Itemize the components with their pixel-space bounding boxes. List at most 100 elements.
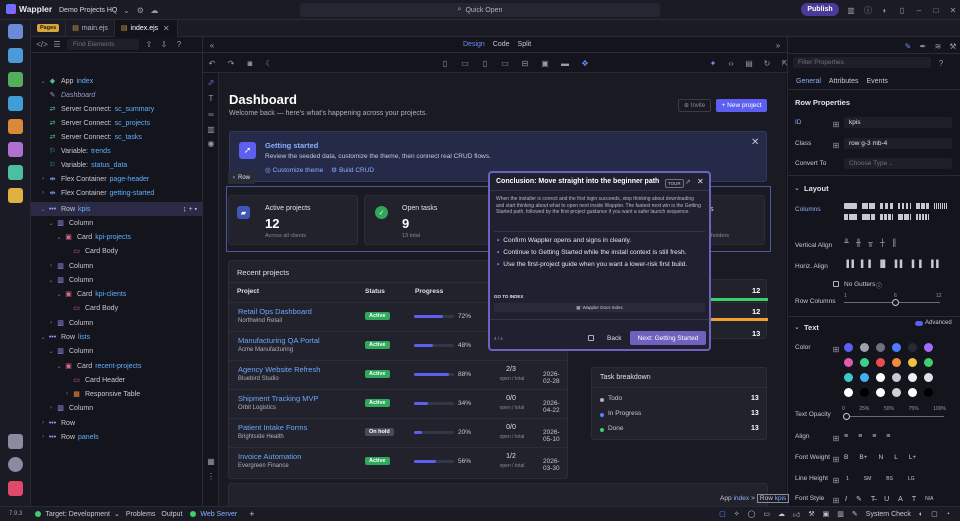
col-layout-option[interactable] — [880, 203, 893, 209]
extensions-icon[interactable] — [8, 434, 23, 449]
color-swatch[interactable] — [908, 373, 917, 382]
wrench-icon[interactable]: ⚒ — [948, 41, 958, 51]
slider-handle[interactable] — [843, 413, 850, 420]
tree-node-column[interactable]: ⌄ ▥ Column — [31, 273, 203, 287]
assets-icon[interactable] — [8, 142, 23, 157]
id-input[interactable]: kpis — [844, 117, 952, 128]
tree-node-column[interactable]: › ▥ Column — [31, 316, 203, 330]
advanced-toggle[interactable]: Advanced — [915, 320, 952, 326]
chevron-down-icon[interactable]: ⌄ — [794, 323, 800, 331]
project-selector[interactable]: Demo Projects HQ ⌄ ⚙ ☁ — [59, 5, 159, 15]
fluid-icon[interactable]: ✥ — [580, 58, 590, 68]
color-swatch[interactable] — [844, 343, 853, 352]
tree-node-column[interactable]: ⌄ ▥ Column — [31, 216, 203, 230]
maximize-icon[interactable]: □ — [931, 5, 941, 15]
font-weight-buttons[interactable]: B B+ N L L+ — [844, 454, 916, 461]
color-swatch[interactable] — [860, 388, 869, 397]
find-elements-input[interactable]: Find Elements — [67, 39, 139, 50]
col-layout-option[interactable] — [916, 214, 929, 220]
color-swatch[interactable] — [908, 388, 917, 397]
bind-icon[interactable]: ⊞ — [831, 433, 841, 443]
redo-icon[interactable]: ↷ — [226, 58, 236, 68]
help-icon[interactable]: ? — [936, 58, 946, 68]
panel-icon[interactable]: ▢ — [719, 510, 726, 518]
tree-node-card-recent[interactable]: ⌄ ▣ Card recent-projects — [31, 359, 203, 373]
dont-show-checkbox[interactable] — [588, 335, 594, 341]
align-buttons[interactable]: ≡ ≡ ≡ ≡ — [844, 433, 890, 440]
panel-left-icon[interactable]: ▯ — [897, 5, 907, 15]
color-swatch[interactable] — [860, 358, 869, 367]
moon-icon[interactable]: ☾ — [264, 58, 274, 68]
next-button[interactable]: Next: Getting Started — [630, 331, 706, 345]
color-swatch[interactable] — [892, 373, 901, 382]
color-swatch[interactable] — [924, 388, 933, 397]
opacity-slider[interactable] — [844, 416, 944, 417]
tab-main-ejs[interactable]: ▤ main.ejs — [66, 19, 115, 37]
col-layout-option[interactable] — [898, 214, 911, 220]
color-swatch[interactable] — [908, 343, 917, 352]
layout-icon[interactable]: ▥ — [846, 5, 856, 15]
tree-node-card-body[interactable]: ▭ Card Body — [31, 301, 203, 315]
bind-icon[interactable]: ⊞ — [831, 344, 841, 354]
tree-node-flex-getting-started[interactable]: › ⇹ Flex Container getting-started — [31, 186, 203, 200]
gear-icon[interactable]: ⚙ — [135, 5, 145, 15]
text-icon[interactable]: T — [206, 93, 216, 103]
chat-bubble-icon[interactable]: ▢ — [931, 510, 938, 518]
row-tag[interactable]: ‹ Row — [228, 172, 256, 184]
project-name[interactable]: Invoice Automation — [238, 452, 301, 461]
eye-icon[interactable]: ◉ — [206, 138, 216, 148]
table-row[interactable]: Agency Website Refresh Bluebird Studio Act… — [229, 360, 567, 389]
project-name[interactable]: Retail Ops Dashboard — [238, 307, 312, 316]
info-icon[interactable]: ⓘ — [863, 5, 873, 15]
tab-design[interactable]: Design — [463, 41, 485, 48]
horiz-align-buttons[interactable]: ▐▐ ▌▐ ▐▌ ▌▌ ▌▐ ▐▐ — [844, 261, 939, 268]
tree-node-row-panels[interactable]: › ••• Row panels — [31, 430, 203, 444]
chart-icon[interactable]: ▥ — [837, 510, 844, 518]
col-layout-option[interactable] — [916, 203, 929, 209]
col-layout-option[interactable] — [862, 203, 875, 209]
pages-icon[interactable] — [8, 48, 23, 63]
color-swatch[interactable] — [924, 373, 933, 382]
col-layout-option[interactable] — [844, 203, 857, 209]
color-swatch[interactable] — [860, 373, 869, 382]
col-layout-option[interactable] — [844, 214, 857, 220]
color-swatch[interactable] — [892, 343, 901, 352]
drop-icon[interactable]: ◐ — [919, 511, 923, 518]
tree-node-column[interactable]: › ▥ Column — [31, 401, 203, 415]
font-style-buttons[interactable]: I ✎ T̶ U A T N/A — [845, 495, 933, 504]
target-selector[interactable]: Target: Development — [45, 511, 110, 518]
table-row[interactable]: Patient Intake Forms Brightside Health On … — [229, 418, 567, 447]
color-swatch[interactable] — [876, 388, 885, 397]
pen-icon[interactable]: ✒ — [918, 41, 928, 51]
collapse-left-icon[interactable]: « — [207, 40, 217, 50]
layers-icon[interactable] — [8, 165, 23, 180]
chat-icon[interactable]: ▭ — [763, 510, 770, 518]
select-icon[interactable]: ⬀ — [206, 77, 216, 87]
filter-properties-input[interactable]: Filter Properties — [793, 57, 931, 68]
col-layout-option[interactable] — [934, 203, 947, 209]
tree-node-var-trends[interactable]: ⚐ Variable: trends — [31, 144, 203, 158]
table-row[interactable]: Invoice Automation Evergreen Finance Activ… — [229, 447, 567, 476]
new-project-button[interactable]: + New project — [716, 99, 767, 112]
edit-icon[interactable]: ✎ — [903, 41, 913, 51]
breadcrumb-item[interactable]: App — [720, 495, 732, 502]
tree-node-row-kpis[interactable]: ⌄ ••• Row kpis ↨ + ▪ — [31, 202, 203, 216]
line-height-buttons[interactable]: 1 SM BS LG — [846, 476, 915, 482]
color-swatch[interactable] — [876, 358, 885, 367]
bell-icon[interactable]: ◔ — [946, 511, 950, 518]
tree-node-responsive-table[interactable]: › ▦ Responsive Table — [31, 387, 203, 401]
bind-icon[interactable]: ⊞ — [831, 140, 841, 150]
tree-node-card-kpi-clients[interactable]: ⌄ ▣ Card kpi-clients — [31, 287, 203, 301]
slider-handle[interactable] — [892, 299, 899, 306]
ai-icon[interactable]: ✧ — [734, 510, 740, 518]
undo-icon[interactable]: ↶ — [207, 58, 217, 68]
phone-landscape-icon[interactable]: ▭ — [460, 58, 470, 68]
col-layout-option[interactable] — [898, 203, 911, 209]
collapse-right-icon[interactable]: » — [773, 40, 783, 50]
output-tab[interactable]: Output — [161, 511, 182, 518]
column-layout-buttons[interactable] — [844, 203, 952, 223]
no-gutters-checkbox[interactable] — [833, 281, 839, 287]
tree-node-card-body[interactable]: ▭ Card Body — [31, 244, 203, 258]
publish-button[interactable]: Publish — [801, 3, 839, 16]
project-name[interactable]: Shipment Tracking MVP — [238, 394, 318, 403]
